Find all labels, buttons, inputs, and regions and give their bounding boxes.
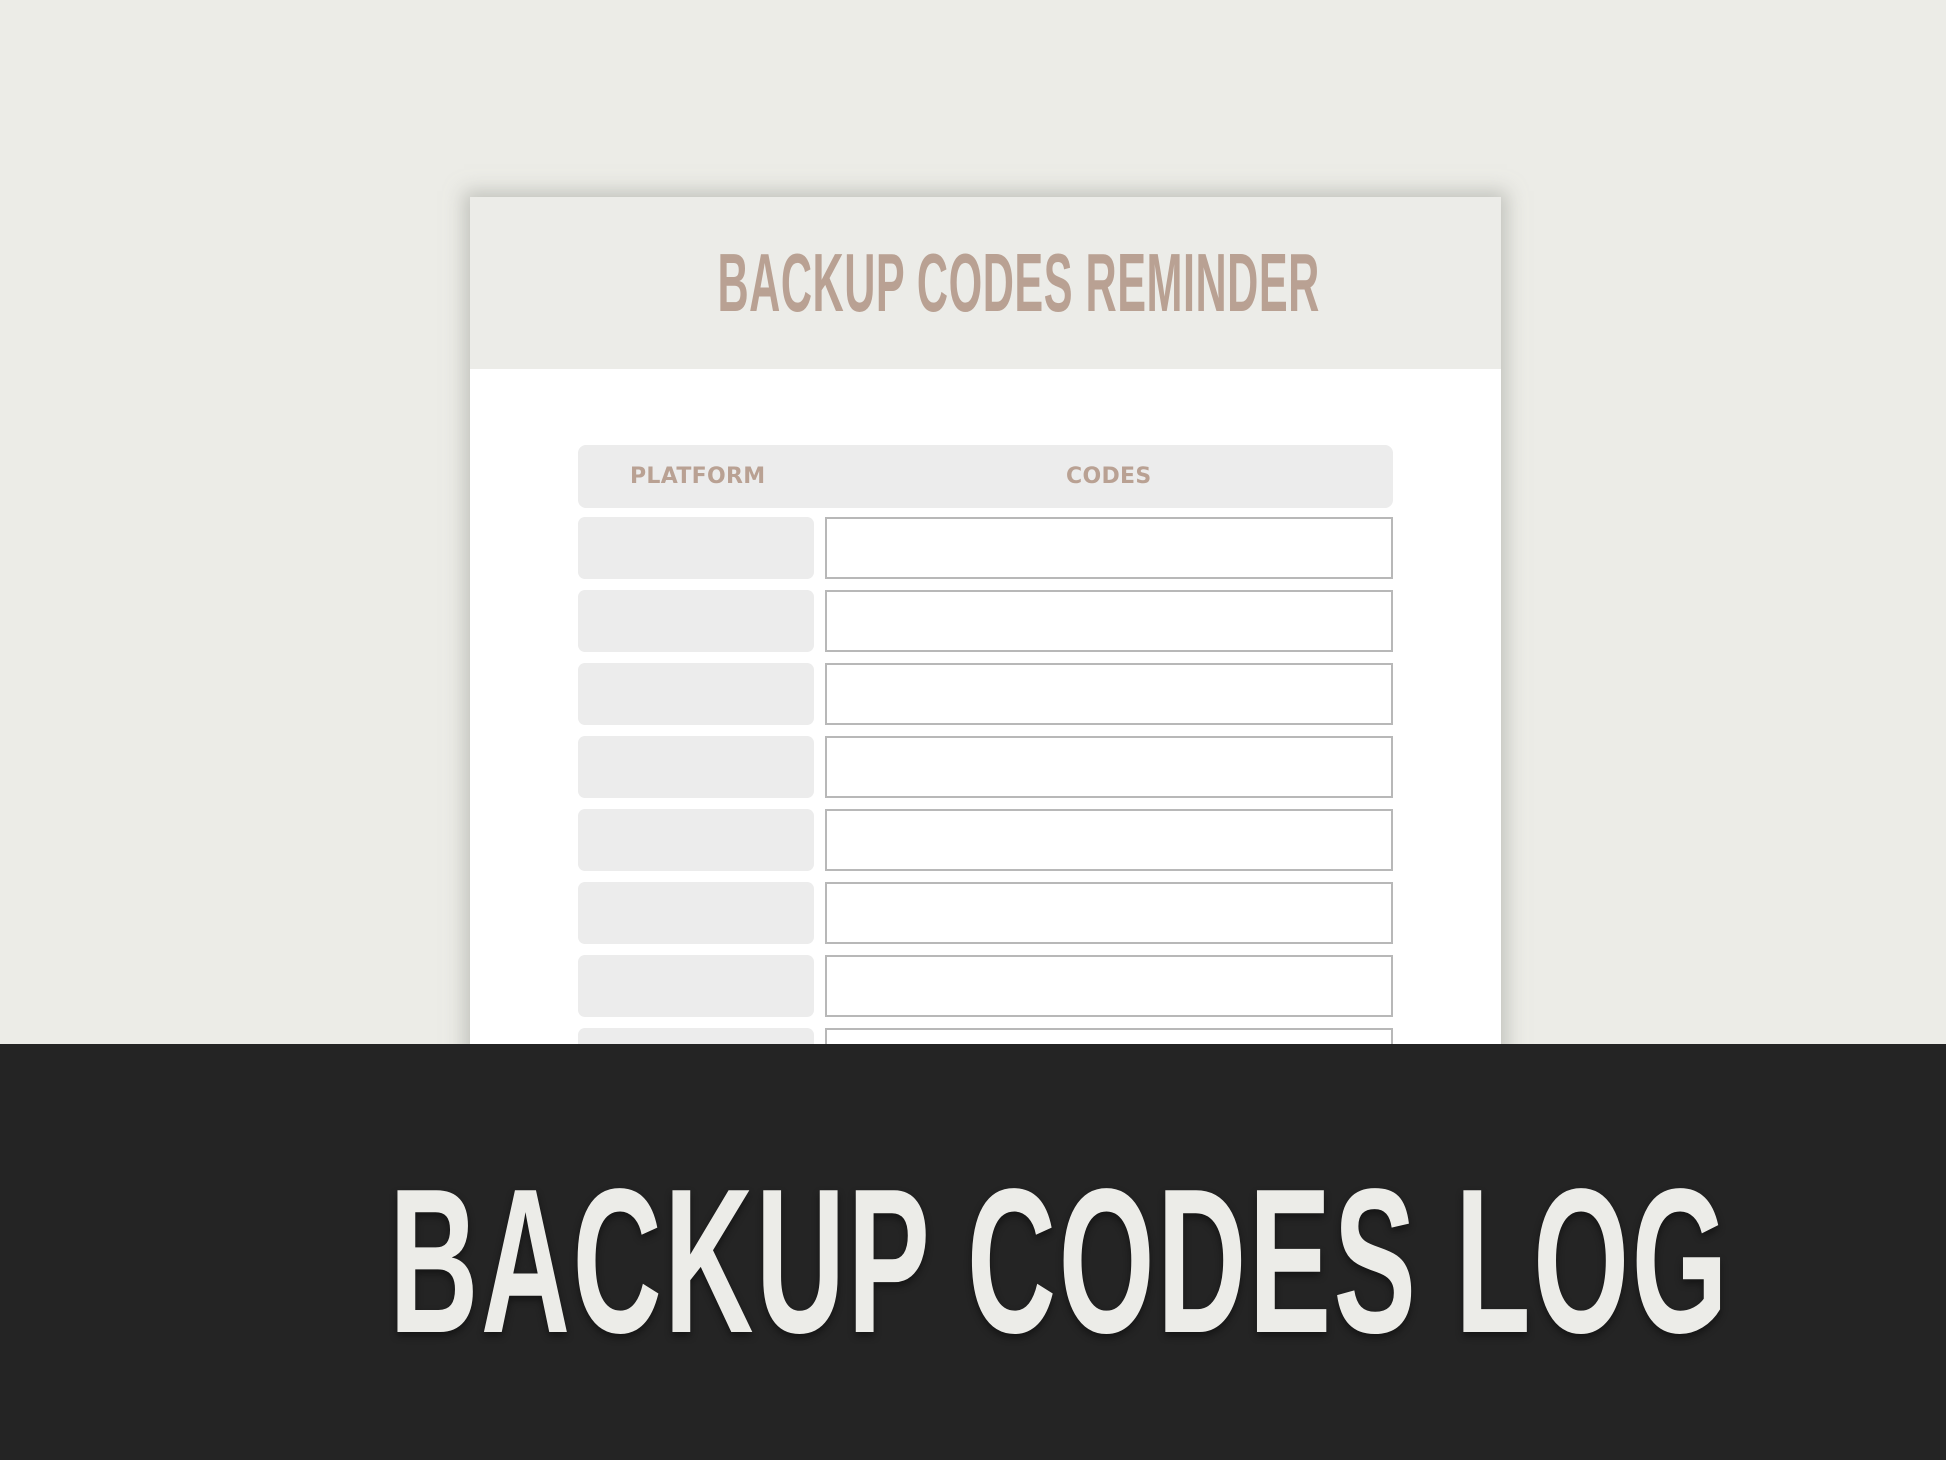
page-header: BACKUP CODES REMINDER (470, 197, 1501, 369)
platform-cell[interactable] (578, 809, 814, 871)
platform-cell[interactable] (578, 736, 814, 798)
banner: BACKUP CODES LOG (0, 1044, 1946, 1460)
page-title: BACKUP CODES REMINDER (717, 236, 1320, 329)
platform-cell[interactable] (578, 590, 814, 652)
column-header-codes: CODES (1066, 464, 1152, 489)
table-row (578, 882, 1393, 944)
platform-cell[interactable] (578, 663, 814, 725)
table-row (578, 955, 1393, 1017)
codes-cell[interactable] (825, 736, 1393, 798)
table-header: PLATFORM CODES (578, 445, 1393, 508)
codes-cell[interactable] (825, 663, 1393, 725)
codes-cell[interactable] (825, 955, 1393, 1017)
codes-cell[interactable] (825, 809, 1393, 871)
banner-title: BACKUP CODES LOG (389, 1146, 1731, 1376)
platform-cell[interactable] (578, 517, 814, 579)
platform-cell[interactable] (578, 955, 814, 1017)
table-row (578, 736, 1393, 798)
platform-cell[interactable] (578, 882, 814, 944)
table-row (578, 663, 1393, 725)
table-row (578, 590, 1393, 652)
codes-cell[interactable] (825, 590, 1393, 652)
codes-cell[interactable] (825, 882, 1393, 944)
table-row (578, 517, 1393, 579)
codes-cell[interactable] (825, 517, 1393, 579)
table-row (578, 809, 1393, 871)
column-header-platform: PLATFORM (630, 464, 766, 489)
